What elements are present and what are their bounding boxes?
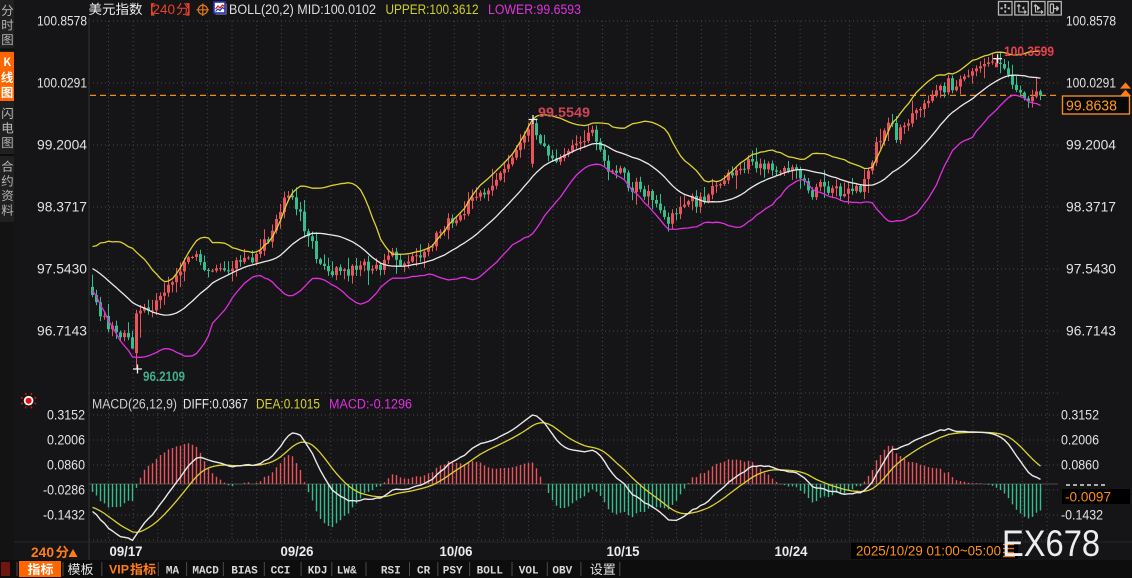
svg-text:PSY: PSY (443, 566, 463, 578)
svg-text:MA: MA (166, 566, 180, 578)
svg-text:UPPER:100.3612: UPPER:100.3612 (386, 2, 479, 17)
svg-text:100.3599: 100.3599 (1004, 43, 1054, 59)
svg-text:CR: CR (417, 566, 431, 578)
svg-text:96.2109: 96.2109 (143, 368, 185, 384)
svg-text:100.0291: 100.0291 (1066, 76, 1116, 91)
svg-text:2025/10/29 01:00~05:00: 2025/10/29 01:00~05:00 (856, 544, 1001, 559)
svg-text:97.5430: 97.5430 (37, 262, 87, 277)
svg-text:98.3717: 98.3717 (37, 200, 87, 215)
svg-text:-0.0097: -0.0097 (1065, 490, 1111, 505)
svg-text:240: 240 (153, 2, 176, 17)
svg-text:MACD(26,12,9): MACD(26,12,9) (92, 397, 177, 412)
svg-text:100.8578: 100.8578 (37, 14, 87, 29)
svg-text:10/15: 10/15 (607, 544, 640, 559)
svg-text:99.2004: 99.2004 (37, 138, 87, 153)
svg-text:VOL: VOL (519, 566, 539, 578)
svg-text:0.2006: 0.2006 (1061, 433, 1099, 448)
svg-text:BIAS: BIAS (231, 566, 258, 578)
svg-text:DEA:0.1015: DEA:0.1015 (256, 397, 320, 412)
svg-text:CCI: CCI (271, 566, 291, 578)
svg-text:0.3152: 0.3152 (1061, 408, 1099, 423)
svg-text:EX678: EX678 (1002, 523, 1100, 564)
svg-text:100.0291: 100.0291 (37, 76, 87, 91)
svg-text:10/06: 10/06 (440, 544, 473, 559)
svg-text:-0.0286: -0.0286 (43, 483, 85, 498)
svg-text:OBV: OBV (552, 566, 572, 578)
svg-text:MACD: MACD (192, 566, 219, 578)
svg-text:DIFF:0.0367: DIFF:0.0367 (183, 397, 248, 412)
svg-text:-0.1432: -0.1432 (43, 508, 85, 523)
svg-text:LW&: LW& (337, 566, 357, 578)
svg-text:RSI: RSI (381, 566, 401, 578)
svg-text:99.5549: 99.5549 (538, 105, 590, 120)
svg-text:MACD:-0.1296: MACD:-0.1296 (329, 397, 412, 412)
svg-text:BOLL: BOLL (477, 566, 504, 578)
svg-text:BOLL(20,2) MID:100.0102: BOLL(20,2) MID:100.0102 (229, 2, 376, 17)
svg-text:100.8578: 100.8578 (1066, 14, 1116, 29)
svg-text:96.7143: 96.7143 (1066, 324, 1116, 339)
svg-text:VIP: VIP (109, 563, 129, 577)
svg-text:99.2004: 99.2004 (1066, 138, 1116, 153)
svg-text:96.7143: 96.7143 (37, 324, 87, 339)
svg-text:98.3717: 98.3717 (1066, 200, 1116, 215)
svg-text:LOWER:99.6593: LOWER:99.6593 (488, 2, 581, 17)
svg-text:97.5430: 97.5430 (1066, 262, 1116, 277)
svg-text:-0.1432: -0.1432 (1061, 508, 1103, 523)
svg-text:10/24: 10/24 (775, 544, 808, 559)
svg-text:0.3152: 0.3152 (47, 408, 85, 423)
svg-text:99.8638: 99.8638 (1066, 99, 1117, 115)
svg-text:240: 240 (31, 545, 54, 560)
svg-text:09/17: 09/17 (110, 544, 143, 559)
svg-text:0.0860: 0.0860 (47, 458, 85, 473)
svg-text:0.2006: 0.2006 (47, 433, 85, 448)
svg-text:KDJ: KDJ (308, 566, 328, 578)
svg-text:09/26: 09/26 (281, 544, 314, 559)
svg-text:0.0860: 0.0860 (1061, 458, 1099, 473)
